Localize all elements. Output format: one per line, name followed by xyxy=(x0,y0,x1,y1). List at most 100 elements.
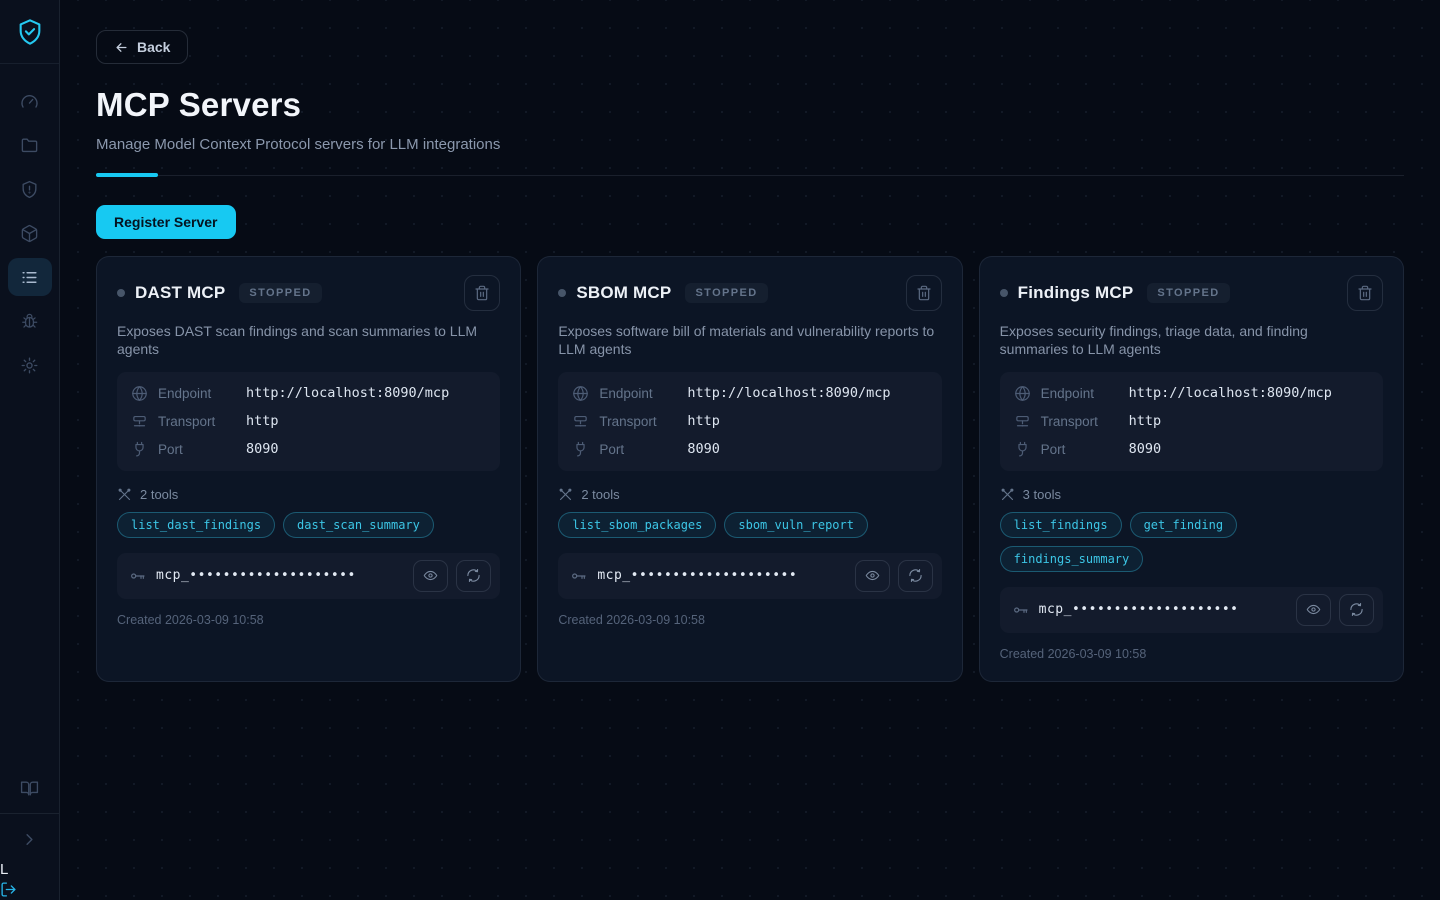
status-dot xyxy=(117,289,125,297)
field-value: http://localhost:8090/mcp xyxy=(246,385,449,401)
back-button[interactable]: Back xyxy=(96,30,188,64)
tools-summary: 2 tools xyxy=(558,487,941,502)
transport-icon xyxy=(572,413,589,430)
field-value: 8090 xyxy=(1129,441,1162,457)
card-header: DAST MCP STOPPED xyxy=(117,275,500,311)
api-key-masked: mcp_•••••••••••••••••••• xyxy=(597,568,797,583)
status-dot xyxy=(558,289,566,297)
list-icon xyxy=(20,268,39,287)
card-header: Findings MCP STOPPED xyxy=(1000,275,1383,311)
transport-row: Transport http xyxy=(131,413,486,430)
main-content: Back MCP Servers Manage Model Context Pr… xyxy=(60,0,1440,900)
server-card: SBOM MCP STOPPED Exposes software bill o… xyxy=(537,256,962,682)
server-name: Findings MCP xyxy=(1018,283,1134,303)
tools-count: 2 tools xyxy=(581,487,619,502)
field-value: 8090 xyxy=(687,441,720,457)
plug-icon xyxy=(1014,441,1031,458)
rotate-key-button[interactable] xyxy=(1339,594,1374,626)
server-description: Exposes security findings, triage data, … xyxy=(1000,322,1383,359)
eye-icon xyxy=(423,568,438,583)
sidebar-item-docs[interactable] xyxy=(8,769,52,807)
card-header: SBOM MCP STOPPED xyxy=(558,275,941,311)
logout-item[interactable]: L xyxy=(0,861,17,898)
endpoint-row: Endpoint http://localhost:8090/mcp xyxy=(1014,385,1369,402)
port-row: Port 8090 xyxy=(1014,441,1369,458)
sidebar-item-dashboard[interactable] xyxy=(8,82,52,120)
server-info-panel: Endpoint http://localhost:8090/mcp Trans… xyxy=(117,372,500,471)
globe-icon xyxy=(572,385,589,402)
server-cards-grid: DAST MCP STOPPED Exposes DAST scan findi… xyxy=(96,256,1404,682)
tool-chip: findings_summary xyxy=(1000,546,1144,572)
refresh-icon xyxy=(908,568,923,583)
sidebar-item-packages[interactable] xyxy=(8,214,52,252)
page-subtitle: Manage Model Context Protocol servers fo… xyxy=(96,136,1404,153)
delete-server-button[interactable] xyxy=(1347,275,1383,311)
app-root: L Back MCP Servers Manage Model Context … xyxy=(0,0,1440,900)
package-icon xyxy=(20,224,39,243)
reveal-key-button[interactable] xyxy=(855,560,890,592)
shield-alert-icon xyxy=(20,180,39,199)
folder-icon xyxy=(20,136,39,155)
trash-icon xyxy=(1357,285,1373,301)
reveal-key-button[interactable] xyxy=(413,560,448,592)
trash-icon xyxy=(474,285,490,301)
tool-chip: list_sbom_packages xyxy=(558,512,716,538)
field-value: http xyxy=(1129,413,1162,429)
tools-summary: 3 tools xyxy=(1000,487,1383,502)
transport-icon xyxy=(1014,413,1031,430)
tools-summary: 2 tools xyxy=(117,487,500,502)
page-title: MCP Servers xyxy=(96,86,1404,124)
app-logo[interactable] xyxy=(0,0,59,64)
transport-row: Transport http xyxy=(572,413,927,430)
server-description: Exposes software bill of materials and v… xyxy=(558,322,941,359)
eye-icon xyxy=(865,568,880,583)
endpoint-row: Endpoint http://localhost:8090/mcp xyxy=(572,385,927,402)
sidebar-nav xyxy=(8,82,52,384)
title-divider xyxy=(96,173,1404,177)
tools-icon xyxy=(117,487,132,502)
status-badge: STOPPED xyxy=(1147,283,1229,303)
sidebar-item-mcp-servers[interactable] xyxy=(8,258,52,296)
status-badge: STOPPED xyxy=(685,283,767,303)
globe-icon xyxy=(1014,385,1031,402)
title-accent-bar xyxy=(96,173,158,177)
sidebar-item-bugs[interactable] xyxy=(8,302,52,340)
api-key-masked: mcp_•••••••••••••••••••• xyxy=(156,568,356,583)
field-value: http://localhost:8090/mcp xyxy=(1129,385,1332,401)
refresh-icon xyxy=(1349,602,1364,617)
tool-chips: list_findings get_finding findings_summary xyxy=(1000,512,1383,572)
created-label: Created 2026-03-09 10:58 xyxy=(558,613,941,627)
rotate-key-button[interactable] xyxy=(898,560,933,592)
field-label: Transport xyxy=(1041,414,1113,429)
transport-row: Transport http xyxy=(1014,413,1369,430)
field-label: Transport xyxy=(599,414,671,429)
reveal-key-button[interactable] xyxy=(1296,594,1331,626)
tools-icon xyxy=(1000,487,1015,502)
sidebar-item-settings[interactable] xyxy=(8,346,52,384)
sidebar-item-alerts[interactable] xyxy=(8,170,52,208)
sidebar-divider xyxy=(0,813,59,814)
delete-server-button[interactable] xyxy=(464,275,500,311)
tool-chip: get_finding xyxy=(1130,512,1237,538)
tools-count: 3 tools xyxy=(1023,487,1061,502)
sidebar-item-projects[interactable] xyxy=(8,126,52,164)
delete-server-button[interactable] xyxy=(906,275,942,311)
tool-chip: list_dast_findings xyxy=(117,512,275,538)
transport-icon xyxy=(131,413,148,430)
api-key-masked: mcp_•••••••••••••••••••• xyxy=(1039,602,1239,617)
api-key-row: mcp_•••••••••••••••••••• xyxy=(1000,587,1383,633)
tool-chips: list_sbom_packagessbom_vuln_report xyxy=(558,512,941,538)
field-label: Transport xyxy=(158,414,230,429)
shield-check-icon xyxy=(16,18,44,46)
field-label: Endpoint xyxy=(599,386,671,401)
field-value: 8090 xyxy=(246,441,279,457)
field-label: Endpoint xyxy=(158,386,230,401)
rotate-key-button[interactable] xyxy=(456,560,491,592)
chevron-right-icon xyxy=(20,830,39,849)
created-label: Created 2026-03-09 10:58 xyxy=(117,613,500,627)
tool-chip: list_findings xyxy=(1000,512,1122,538)
sidebar-collapse-toggle[interactable] xyxy=(8,820,52,858)
field-value: http xyxy=(246,413,279,429)
register-server-button[interactable]: Register Server xyxy=(96,205,236,239)
tools-icon xyxy=(558,487,573,502)
